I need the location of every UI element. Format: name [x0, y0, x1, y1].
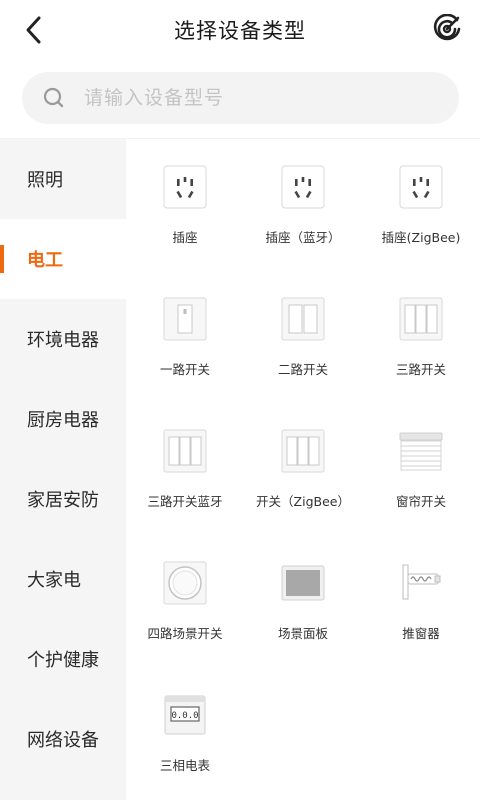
scene-panel-icon [281, 565, 325, 601]
device-item-scene-panel[interactable]: 场景面板 [244, 535, 362, 667]
socket-zigbee-icon [399, 165, 443, 209]
sidebar-item-label: 家居安防 [27, 490, 99, 511]
sidebar-item-lighting[interactable]: 照明 [0, 139, 126, 219]
switch-2-gang-icon [281, 297, 325, 341]
device-item-socket[interactable]: 插座 [126, 139, 244, 271]
switch-3-gang-bluetooth-icon [163, 429, 207, 473]
sidebar-item-label: 环境电器 [27, 330, 99, 351]
sidebar-item-label: 个护健康 [27, 650, 99, 671]
sidebar-item-label: 网络设备 [27, 730, 99, 751]
socket-icon [163, 165, 207, 209]
device-label: 插座(ZigBee) [381, 230, 461, 245]
device-item-window-pusher[interactable]: 推窗器 [362, 535, 480, 667]
sidebar-item-personal-care[interactable]: 个护健康 [0, 619, 126, 699]
sidebar-item-network[interactable]: 网络设备 [0, 699, 126, 779]
device-item-scene-switch-4[interactable]: 四路场景开关 [126, 535, 244, 667]
socket-bluetooth-icon [281, 165, 325, 209]
device-label: 插座（蓝牙） [265, 230, 341, 245]
device-item-switch-2-gang[interactable]: 二路开关 [244, 271, 362, 403]
active-indicator [0, 245, 4, 273]
sidebar-item-label: 电工 [27, 250, 63, 271]
category-sidebar: 照明 电工 环境电器 厨房电器 家居安防 大家电 个护健康 网络设备 [0, 139, 126, 800]
device-item-switch-zigbee[interactable]: 开关（ZigBee） [244, 403, 362, 535]
device-item-three-phase-meter[interactable]: 0.0.0 三相电表 [126, 667, 244, 799]
device-item-switch-1-gang[interactable]: 一路开关 [126, 271, 244, 403]
scene-switch-4-icon [163, 561, 207, 605]
sidebar-item-label: 厨房电器 [27, 410, 99, 431]
curtain-switch-icon [399, 432, 443, 471]
device-item-socket-bluetooth[interactable]: 插座（蓝牙） [244, 139, 362, 271]
sidebar-item-major-appliances[interactable]: 大家电 [0, 539, 126, 619]
switch-1-gang-icon [163, 297, 207, 341]
device-item-curtain-switch[interactable]: 窗帘开关 [362, 403, 480, 535]
switch-3-gang-icon [399, 297, 443, 341]
device-label: 场景面板 [277, 626, 328, 641]
sidebar-item-kitchen[interactable]: 厨房电器 [0, 379, 126, 459]
device-label: 窗帘开关 [395, 494, 446, 509]
switch-zigbee-icon [281, 429, 325, 473]
search-icon [43, 87, 64, 108]
scan-icon [433, 13, 461, 41]
three-phase-meter-icon: 0.0.0 [164, 695, 206, 735]
sidebar-item-label: 大家电 [27, 570, 81, 591]
device-item-switch-3-gang[interactable]: 三路开关 [362, 271, 480, 403]
device-label: 开关（ZigBee） [256, 494, 350, 509]
device-label: 插座 [172, 230, 198, 245]
device-label: 二路开关 [277, 362, 328, 377]
search-bar [22, 72, 459, 124]
device-label: 一路开关 [159, 362, 210, 377]
page-title: 选择设备类型 [174, 19, 306, 43]
scan-button[interactable] [432, 13, 462, 44]
device-label: 三路开关蓝牙 [147, 494, 223, 509]
device-label: 推窗器 [402, 626, 440, 641]
search-input[interactable] [84, 72, 434, 124]
sidebar-item-security[interactable]: 家居安防 [0, 459, 126, 539]
window-pusher-icon [402, 564, 441, 600]
device-item-switch-3-gang-bluetooth[interactable]: 三路开关蓝牙 [126, 403, 244, 535]
sidebar-item-electrical[interactable]: 电工 [0, 219, 126, 299]
device-item-socket-zigbee[interactable]: 插座(ZigBee) [362, 139, 480, 271]
header: 选择设备类型 [0, 0, 480, 60]
sidebar-item-environment[interactable]: 环境电器 [0, 299, 126, 379]
meter-display-text: 0.0.0 [171, 711, 198, 721]
sidebar-item-label: 照明 [27, 170, 63, 191]
device-label: 三相电表 [159, 758, 210, 773]
device-label: 三路开关 [395, 362, 446, 377]
device-label: 四路场景开关 [147, 626, 223, 641]
